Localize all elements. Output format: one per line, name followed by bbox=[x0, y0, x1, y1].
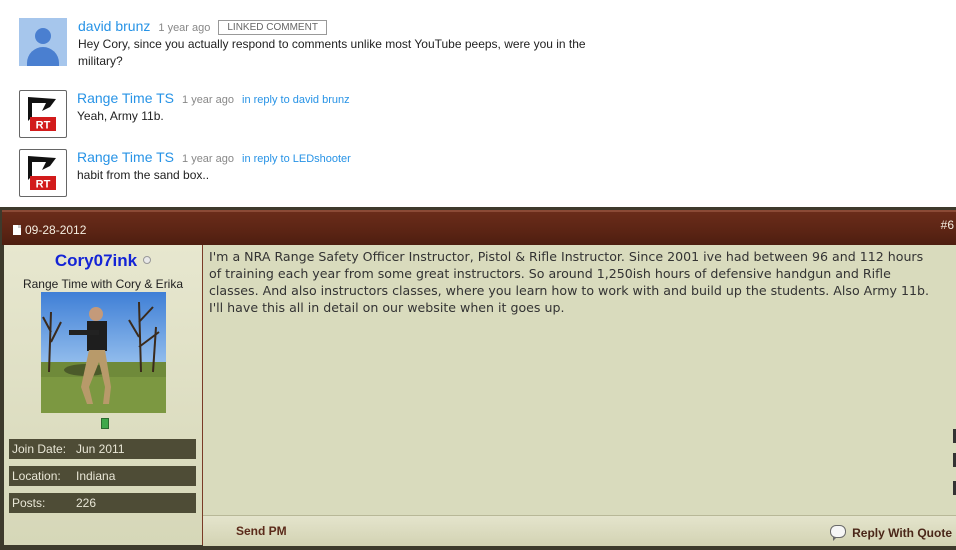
comment-author-link[interactable]: david brunz bbox=[78, 18, 150, 34]
rt-logo-text: RT bbox=[36, 179, 51, 191]
comment-meta: Range Time TS 1 year ago in reply to LEDsh… bbox=[77, 149, 351, 167]
location-row: Location: Indiana bbox=[9, 466, 196, 486]
location-label: Location: bbox=[12, 469, 61, 483]
posts-label: Posts: bbox=[12, 496, 46, 510]
reply-with-quote-button[interactable]: Reply With Quote bbox=[830, 525, 952, 541]
user-photo-image bbox=[41, 292, 166, 413]
comment-age: 1 year ago bbox=[182, 153, 234, 165]
reputation-icon bbox=[101, 418, 109, 429]
linked-comment-badge: LINKED COMMENT bbox=[218, 20, 327, 35]
quote-bubble-icon bbox=[830, 525, 847, 541]
in-reply-to-link[interactable]: in reply to david brunz bbox=[242, 94, 350, 106]
rt-logo-text: RT bbox=[36, 120, 51, 132]
comment-text: Hey Cory, since you actually respond to … bbox=[78, 37, 586, 68]
rt-logo-avatar[interactable]: RT bbox=[19, 149, 67, 197]
post-header: 09-28-2012 #6 bbox=[2, 210, 956, 245]
in-reply-to-link[interactable]: in reply to LEDshooter bbox=[242, 153, 351, 165]
join-date-label: Join Date: bbox=[12, 442, 67, 456]
user-info-panel: Cory07ink Range Time with Cory & Erika J… bbox=[4, 245, 203, 545]
comment-text: habit from the sand box.. bbox=[77, 168, 210, 182]
post-body: I'm a NRA Range Safety Officer Instructo… bbox=[203, 245, 956, 515]
join-date-value: Jun 2011 bbox=[76, 442, 125, 456]
rt-logo-icon: RT bbox=[28, 97, 56, 132]
user-title: Range Time with Cory & Erika bbox=[22, 277, 184, 291]
post-number-link[interactable]: #6 bbox=[941, 218, 954, 232]
post-date: 09-28-2012 bbox=[13, 223, 86, 237]
forum-post: 09-28-2012 #6 Cory07ink Range Time with … bbox=[0, 207, 956, 550]
username-link[interactable]: Cory07ink bbox=[4, 251, 202, 271]
posts-row: Posts: 226 bbox=[9, 493, 196, 513]
rt-logo-icon: RT bbox=[28, 156, 56, 191]
location-value: Indiana bbox=[76, 469, 116, 483]
user-avatar-photo[interactable] bbox=[41, 292, 166, 413]
posts-value: 226 bbox=[76, 496, 97, 510]
post-footer: Send PM Reply With Quote bbox=[203, 515, 956, 546]
comment-author-link[interactable]: Range Time TS bbox=[77, 90, 174, 106]
reply-with-quote-label: Reply With Quote bbox=[852, 526, 952, 540]
join-date-row: Join Date: Jun 2011 bbox=[9, 439, 196, 459]
default-user-icon[interactable] bbox=[19, 18, 67, 66]
comment-meta: david brunz 1 year ago LINKED COMMENT bbox=[78, 18, 327, 36]
offline-status-icon bbox=[143, 256, 152, 264]
comment-meta: Range Time TS 1 year ago in reply to david… bbox=[77, 90, 350, 108]
youtube-comments: david brunz 1 year ago LINKED COMMENT Hey … bbox=[0, 0, 956, 207]
rt-logo-avatar[interactable]: RT bbox=[19, 90, 67, 138]
send-pm-button[interactable]: Send PM bbox=[236, 524, 287, 538]
comment-age: 1 year ago bbox=[158, 22, 211, 34]
comment-age: 1 year ago bbox=[182, 94, 234, 106]
post-document-icon bbox=[13, 225, 21, 235]
username-text[interactable]: Cory07ink bbox=[55, 251, 137, 270]
comment-author-link[interactable]: Range Time TS bbox=[77, 149, 174, 165]
post-message: I'm a NRA Range Safety Officer Instructo… bbox=[209, 249, 929, 315]
post-date-text: 09-28-2012 bbox=[25, 223, 87, 237]
comment-text: Yeah, Army 11b. bbox=[77, 109, 164, 123]
